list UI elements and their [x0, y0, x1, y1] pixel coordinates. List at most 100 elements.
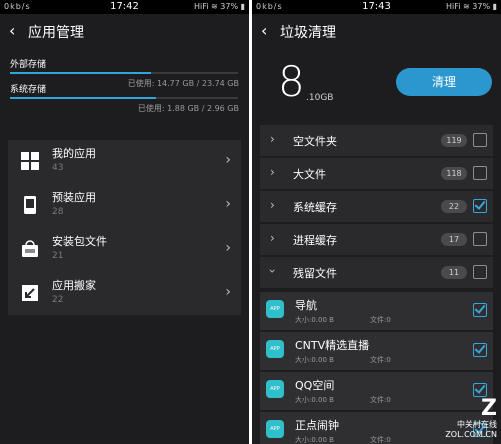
battery-level: 37% — [220, 2, 239, 11]
checkbox-checked[interactable] — [473, 343, 487, 357]
app-name: QQ空间 — [295, 379, 335, 392]
app-category-list: 我的应用 43 › 预装应用 28 › 安装包文件 21 › 应用搬家 22 › — [8, 140, 241, 315]
external-storage-label: 外部存储 — [10, 60, 47, 70]
category-label: 进程缓存 — [293, 234, 337, 247]
chevron-right-icon: › — [270, 231, 275, 245]
app-name: CNTV精选直播 — [295, 339, 370, 352]
list-item-label: 安装包文件 — [52, 235, 107, 248]
count-badge: 22 — [441, 200, 467, 213]
checkbox[interactable] — [473, 265, 487, 279]
clean-button[interactable]: 清理 — [396, 68, 492, 96]
hifi-label: HiFi — [445, 2, 461, 11]
system-storage-bar — [10, 97, 238, 99]
apk-icon — [22, 240, 38, 257]
checkbox-checked[interactable] — [473, 199, 487, 213]
app-files: 文件:0 — [370, 356, 391, 364]
count-badge: 17 — [441, 233, 467, 246]
chevron-right-icon: › — [270, 198, 275, 212]
list-item[interactable]: APP CNTV精选直播 大小:0.00 B 文件:0 — [260, 332, 493, 370]
count-badge: 119 — [441, 134, 467, 147]
back-icon[interactable]: ‹ — [9, 21, 15, 40]
count-badge: 11 — [441, 266, 467, 279]
app-files: 文件:0 — [370, 316, 391, 324]
battery-level: 37% — [472, 2, 491, 11]
list-item-apk-files[interactable]: 安装包文件 21 › — [8, 228, 241, 272]
title-bar: ‹ 应用管理 — [0, 14, 249, 50]
status-bar: 0kb/s 17:43 HiFi ≋ 37% ▮ — [252, 0, 501, 14]
category-label: 大文件 — [293, 168, 326, 181]
chevron-down-icon: › — [265, 268, 280, 274]
category-system-cache[interactable]: › 系统缓存 22 — [260, 191, 493, 222]
checkbox[interactable] — [473, 232, 487, 246]
app-size: 大小:0.00 B — [295, 356, 334, 364]
app-icon: APP — [266, 380, 284, 398]
status-bar: 0kb/s 17:42 HiFi ≋ 37% ▮ — [0, 0, 249, 14]
system-storage-fill — [10, 97, 156, 99]
app-icon: APP — [266, 420, 284, 438]
device-icon — [24, 196, 36, 214]
app-icon: APP — [266, 300, 284, 318]
category-residual-files[interactable]: › 残留文件 11 — [260, 257, 493, 288]
title-bar: ‹ 垃圾清理 — [252, 14, 501, 50]
list-item-app-move[interactable]: 应用搬家 22 › — [8, 272, 241, 316]
category-large-files[interactable]: › 大文件 118 — [260, 158, 493, 189]
category-empty-folders[interactable]: › 空文件夹 119 — [260, 125, 493, 156]
list-item-count: 43 — [52, 163, 64, 173]
battery-icon: ▮ — [492, 2, 497, 11]
chevron-right-icon: › — [225, 240, 231, 256]
system-storage-label: 系统存储 — [10, 85, 47, 95]
app-name: 导航 — [295, 299, 317, 312]
junk-size-value: 8 — [278, 57, 305, 106]
wifi-icon: ≋ — [211, 2, 218, 11]
app-files: 文件:0 — [370, 396, 391, 404]
system-storage-used: 已使用: 1.88 GB / 2.96 GB — [137, 104, 239, 113]
wifi-icon: ≋ — [463, 2, 470, 11]
external-storage-fill — [10, 72, 152, 74]
app-size: 大小:0.00 B — [295, 316, 334, 324]
app-size: 大小:0.00 B — [295, 436, 334, 444]
battery-icon: ▮ — [240, 2, 245, 11]
app-icon: APP — [266, 340, 284, 358]
junk-cleanup-screen: 0kb/s 17:43 HiFi ≋ 37% ▮ ‹ 垃圾清理 8 .10GB … — [252, 0, 501, 444]
page-title: 垃圾清理 — [280, 25, 336, 41]
list-item-label: 我的应用 — [52, 147, 96, 160]
count-badge: 118 — [441, 167, 467, 180]
checkbox-checked[interactable] — [473, 383, 487, 397]
list-item-label: 预装应用 — [52, 191, 96, 204]
list-item[interactable]: APP 导航 大小:0.00 B 文件:0 — [260, 292, 493, 330]
junk-size-unit: .10GB — [306, 93, 334, 103]
chevron-right-icon: › — [225, 196, 231, 212]
watermark-logo: Z — [481, 396, 497, 421]
list-item-label: 应用搬家 — [52, 279, 96, 292]
watermark-site: ZOL.COM.CN — [445, 430, 497, 439]
chevron-right-icon: › — [225, 284, 231, 300]
list-item-count: 22 — [52, 295, 64, 305]
list-item-preinstalled[interactable]: 预装应用 28 › — [8, 184, 241, 228]
chevron-right-icon: › — [225, 152, 231, 168]
checkbox-checked[interactable] — [473, 303, 487, 317]
checkbox[interactable] — [473, 166, 487, 180]
move-icon — [22, 285, 38, 301]
watermark-text: 中关村在线 — [457, 420, 497, 429]
list-item-count: 21 — [52, 251, 64, 261]
category-label: 空文件夹 — [293, 135, 337, 148]
grid-icon — [21, 152, 39, 170]
watermark: Z 中关村在线 ZOL.COM.CN — [445, 398, 497, 440]
list-item-my-apps[interactable]: 我的应用 43 › — [8, 140, 241, 184]
app-management-screen: 0kb/s 17:42 HiFi ≋ 37% ▮ ‹ 应用管理 外部存储 已使用… — [0, 0, 249, 444]
hifi-label: HiFi — [193, 2, 209, 11]
app-files: 文件:0 — [370, 436, 391, 444]
category-process-cache[interactable]: › 进程缓存 17 — [260, 224, 493, 255]
chevron-right-icon: › — [270, 165, 275, 179]
app-name: 正点闹钟 — [295, 419, 339, 432]
page-title: 应用管理 — [28, 25, 84, 41]
back-icon[interactable]: ‹ — [261, 21, 267, 40]
category-label: 系统缓存 — [293, 201, 337, 214]
external-storage-used: 已使用: 14.77 GB / 23.74 GB — [127, 79, 239, 88]
checkbox[interactable] — [473, 133, 487, 147]
category-label: 残留文件 — [293, 267, 337, 280]
app-size: 大小:0.00 B — [295, 396, 334, 404]
list-item-count: 28 — [52, 207, 64, 217]
chevron-right-icon: › — [270, 132, 275, 146]
external-storage-bar — [10, 72, 238, 74]
